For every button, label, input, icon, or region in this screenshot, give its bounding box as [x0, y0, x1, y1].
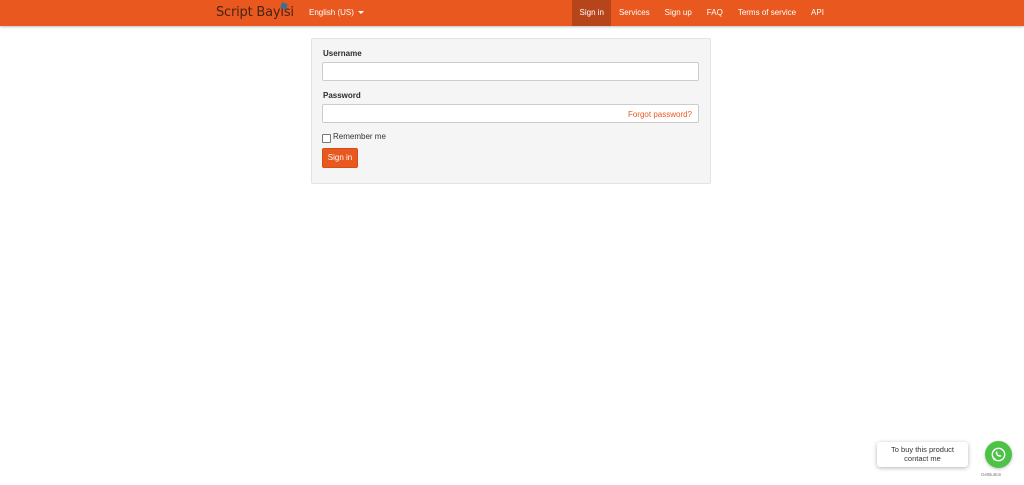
whatsapp-bubble[interactable]: To buy this product contact me	[877, 442, 968, 467]
nav-sign-in[interactable]: Sign in	[572, 0, 612, 26]
nav-services[interactable]: Services	[611, 0, 657, 26]
nav-faq[interactable]: FAQ	[699, 0, 730, 26]
getbutton-credit[interactable]: GetButton	[981, 472, 1001, 477]
remember-me-checkbox[interactable]	[322, 134, 331, 143]
forgot-password-link[interactable]: Forgot password?	[628, 110, 692, 119]
username-label: Username	[323, 49, 362, 58]
whatsapp-bubble-line-2: contact me	[904, 453, 941, 463]
language-label: English (US)	[309, 8, 354, 17]
language-selector[interactable]: English (US)	[309, 0, 364, 26]
password-input[interactable]: Forgot password?	[322, 104, 699, 123]
nav-sign-up[interactable]: Sign up	[657, 0, 699, 26]
nav-terms-of-service[interactable]: Terms of service	[730, 0, 803, 26]
whatsapp-icon	[991, 447, 1006, 462]
username-input[interactable]	[322, 62, 699, 81]
top-navbar: Script Bayisi English (US) Sign in Servi…	[0, 0, 1024, 26]
login-panel: Username Password Forgot password? Remem…	[311, 38, 711, 184]
remember-me-label[interactable]: Remember me	[333, 132, 386, 141]
nav-links: Sign in Services Sign up FAQ Terms of se…	[572, 0, 831, 26]
nav-api[interactable]: API	[804, 0, 832, 26]
sign-in-button[interactable]: Sign in	[322, 148, 358, 168]
whatsapp-button[interactable]	[985, 441, 1012, 468]
password-label: Password	[323, 91, 361, 100]
caret-down-icon	[357, 11, 364, 14]
